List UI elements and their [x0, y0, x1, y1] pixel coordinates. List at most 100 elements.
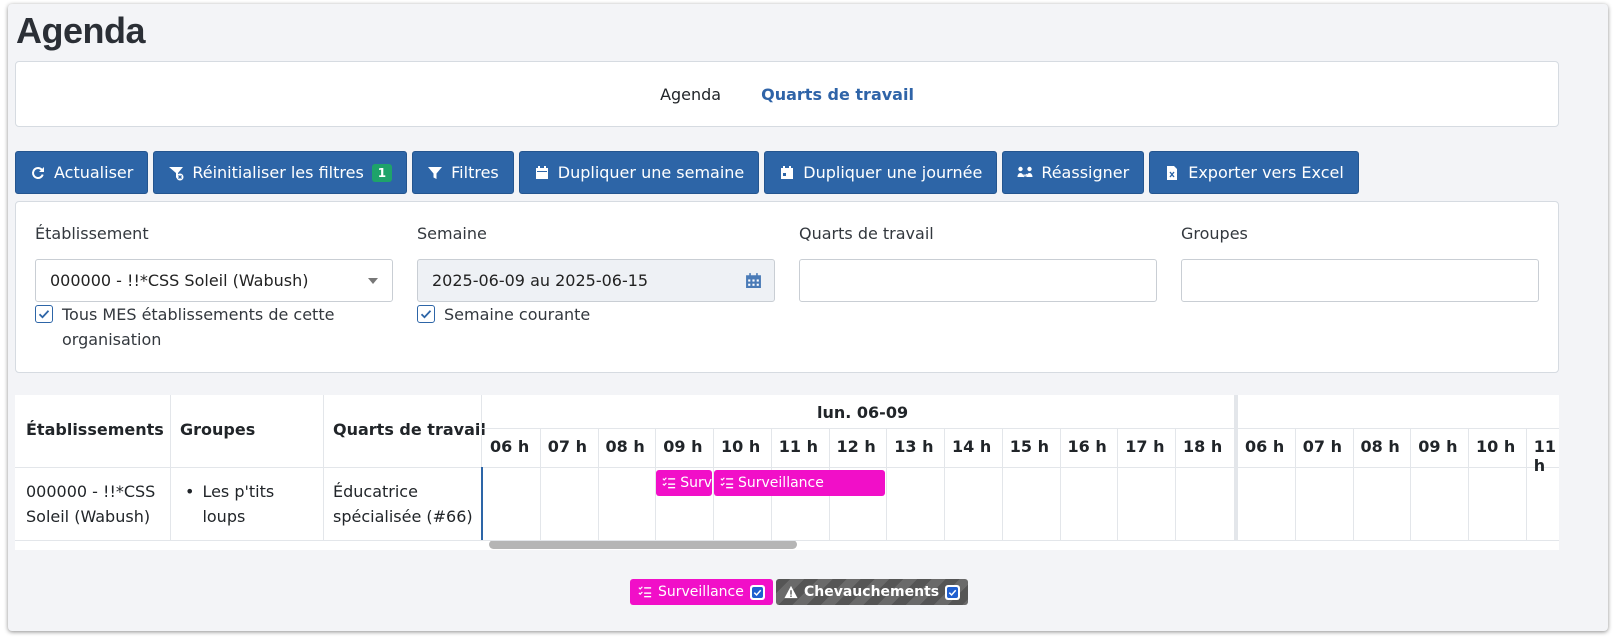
shifts-label: Quarts de travail	[799, 224, 934, 243]
shifts-input[interactable]	[799, 259, 1157, 302]
day1-hour-label: 17 h	[1125, 437, 1165, 456]
page-title: Agenda	[16, 10, 146, 51]
task-list-icon	[662, 477, 676, 489]
establishment-select[interactable]: 000000 - !!*CSS Soleil (Wabush)	[35, 259, 393, 302]
current-week-checkbox[interactable]	[417, 305, 435, 323]
calendar-icon	[535, 165, 548, 179]
bullet: •	[185, 482, 195, 501]
day2-hour-label: 10 h	[1476, 437, 1516, 456]
task-list-icon	[720, 477, 734, 489]
day1-hour-label: 11 h	[778, 437, 818, 456]
day-title: lun. 06-09	[817, 403, 909, 422]
grid-line	[1117, 428, 1119, 540]
day1-hour-label: 15 h	[1009, 437, 1049, 456]
filters-panel: Établissement 000000 - !!*CSS Soleil (Wa…	[15, 201, 1559, 373]
horizontal-scrollbar[interactable]	[489, 540, 797, 549]
duplicate-week-button[interactable]: Dupliquer une semaine	[518, 151, 760, 194]
export-excel-button[interactable]: Exporter vers Excel	[1149, 151, 1359, 194]
groups-input[interactable]	[1181, 259, 1539, 302]
calendar-icon[interactable]	[745, 272, 762, 289]
toolbar: Actualiser Réinitialiser les filtres 1 F…	[15, 151, 1359, 194]
week-value: 2025-06-09 au 2025-06-15	[432, 271, 649, 290]
day2-hour-label: 06 h	[1245, 437, 1285, 456]
row-divider	[15, 540, 1559, 541]
day1-hour-label: 14 h	[952, 437, 992, 456]
excel-file-icon	[1167, 165, 1178, 180]
header-establishments: Établissements	[26, 420, 164, 439]
grid-line	[1294, 428, 1296, 540]
users-swap-icon	[1017, 166, 1033, 177]
day2-hour-label: 08 h	[1360, 437, 1400, 456]
event-surveillance[interactable]: Surveillance	[656, 470, 712, 496]
filters-button[interactable]: Filtres	[412, 151, 514, 194]
current-week-label: Semaine courante	[444, 305, 591, 324]
grid-line	[886, 428, 888, 540]
row-group: • Les p'tits loups	[185, 479, 315, 529]
reset-filters-label: Réinitialiser les filtres	[192, 163, 364, 182]
legend-surveillance-label: Surveillance	[658, 584, 744, 600]
calendar-day-icon	[781, 165, 794, 179]
refresh-label: Actualiser	[54, 163, 134, 182]
duplicate-day-button[interactable]: Dupliquer une journée	[764, 151, 998, 194]
day1-hour-label: 18 h	[1183, 437, 1223, 456]
grid-line	[1525, 428, 1527, 540]
grid-line	[1468, 428, 1469, 540]
reassign-button[interactable]: Réassigner	[1002, 151, 1145, 194]
all-establishments-option[interactable]: Tous MES établissements de cette organis…	[35, 302, 365, 352]
groups-label: Groupes	[1181, 224, 1248, 243]
day1-hour-label: 12 h	[836, 437, 876, 456]
day1-hour-label: 13 h	[894, 437, 934, 456]
header-row-divider	[15, 467, 1559, 468]
frozen-columns-edge	[481, 467, 483, 540]
reassign-label: Réassigner	[1041, 163, 1130, 182]
warning-icon	[784, 585, 798, 599]
legend-overlaps[interactable]: Chevauchements	[776, 579, 969, 605]
legend-surveillance[interactable]: Surveillance	[630, 579, 773, 605]
app-window: Agenda Agenda Quarts de travail Actualis…	[8, 4, 1608, 631]
day2-hour-label: 09 h	[1418, 437, 1458, 456]
grid-line	[944, 428, 945, 540]
week-date-input[interactable]: 2025-06-09 au 2025-06-15	[417, 259, 775, 302]
schedule-grid: Établissements Groupes Quarts de travail…	[15, 395, 1559, 550]
all-establishments-label: Tous MES établissements de cette organis…	[62, 305, 335, 349]
reset-filters-button[interactable]: Réinitialiser les filtres 1	[153, 151, 408, 194]
grid-line	[539, 428, 541, 540]
export-excel-label: Exporter vers Excel	[1188, 163, 1344, 182]
day1-hour-label: 07 h	[547, 437, 587, 456]
all-establishments-checkbox[interactable]	[35, 305, 53, 323]
checkmark-icon	[38, 310, 50, 319]
establishment-value: 000000 - !!*CSS Soleil (Wabush)	[50, 271, 309, 290]
grid-line	[1410, 428, 1412, 540]
grid-line	[1352, 428, 1354, 540]
refresh-button[interactable]: Actualiser	[15, 151, 149, 194]
column-divider	[481, 395, 482, 467]
filters-label: Filtres	[451, 163, 499, 182]
tab-agenda[interactable]: Agenda	[660, 85, 721, 104]
grid-line	[1001, 428, 1003, 540]
current-week-option[interactable]: Semaine courante	[417, 302, 590, 327]
filter-icon	[428, 166, 443, 179]
day2-hour-label: 11 h	[1533, 437, 1557, 475]
checkmark-icon	[947, 586, 959, 598]
day-header-divider	[482, 428, 1237, 429]
tab-shifts[interactable]: Quarts de travail	[761, 85, 914, 104]
row-establishment: 000000 - !!*CSS Soleil (Wabush)	[26, 482, 156, 526]
checkmark-icon	[751, 586, 763, 598]
day1-hour-label: 06 h	[490, 437, 530, 456]
event-surveillance[interactable]: Surveillance	[714, 470, 886, 496]
chevron-down-icon	[368, 278, 378, 284]
grid-line	[597, 428, 599, 540]
row-shift: Éducatrice spécialisée (#66)	[333, 482, 473, 526]
header-shifts: Quarts de travail	[333, 420, 486, 439]
day-header-divider	[1237, 428, 1559, 429]
task-list-icon	[638, 586, 652, 598]
legend-surveillance-checkbox[interactable]	[749, 584, 765, 600]
refresh-icon	[32, 166, 44, 179]
active-filters-badge: 1	[371, 163, 393, 182]
day1-hour-label: 08 h	[605, 437, 645, 456]
legend-overlaps-checkbox[interactable]	[945, 584, 961, 600]
establishment-label: Établissement	[35, 224, 149, 243]
day-separator	[1234, 395, 1238, 540]
grid-line	[1059, 428, 1061, 540]
event-label: Surveillance	[680, 475, 712, 491]
